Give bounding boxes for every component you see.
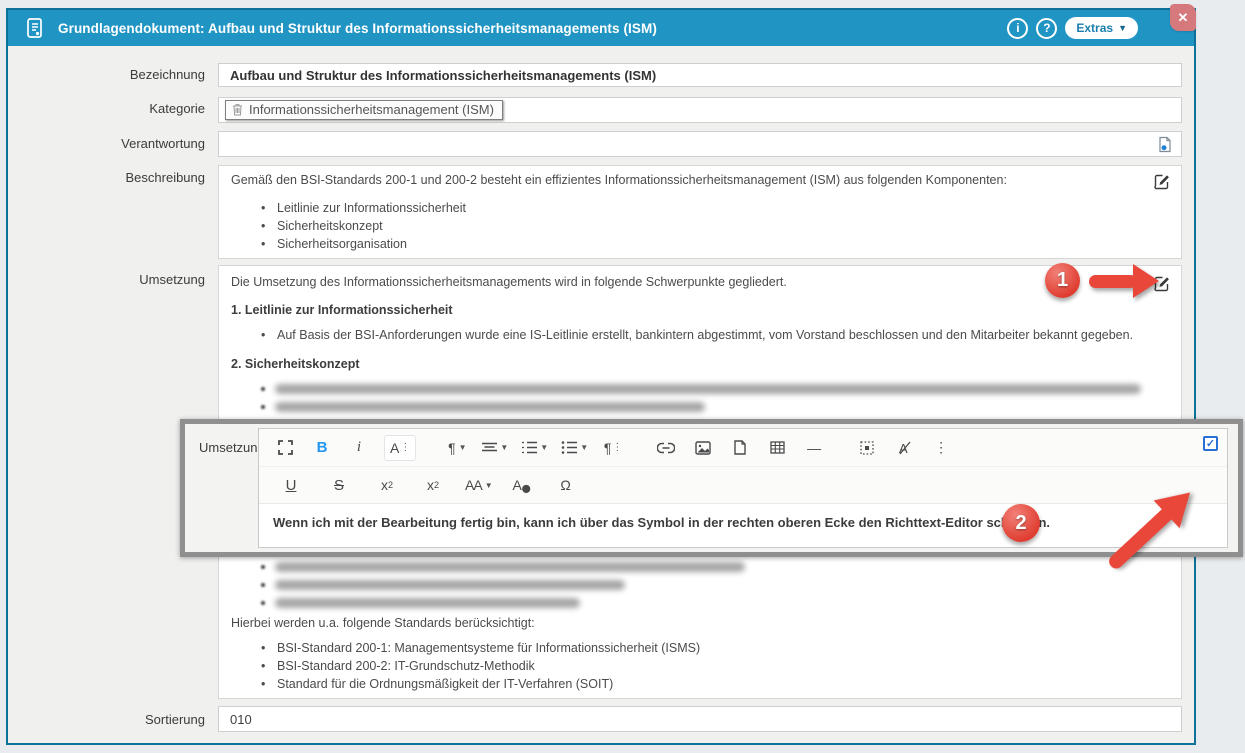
editor-field-label: Umsetzung xyxy=(199,440,265,455)
kategorie-tag[interactable]: Informationssicherheitsmanagement (ISM) xyxy=(225,100,503,120)
umsetzung-label: Umsetzung xyxy=(5,272,205,287)
insert-table-icon[interactable] xyxy=(765,435,789,461)
scroll-document-icon xyxy=(22,16,46,40)
sortierung-input[interactable]: 010 xyxy=(218,706,1182,732)
fullscreen-button[interactable] xyxy=(273,435,297,461)
beschreibung-bullet: Sicherheitskonzept xyxy=(231,217,1141,235)
bold-button[interactable]: B xyxy=(310,435,334,461)
info-button[interactable]: i xyxy=(1007,18,1028,39)
editor-toolbar-row-2: U S x2 x2 AA▼ A⬤ Ω xyxy=(259,466,1227,503)
title-bar: Grundlagendokument: Aufbau und Struktur … xyxy=(8,10,1194,46)
trash-icon[interactable] xyxy=(232,103,243,116)
umsetzung-bullet: Auf Basis der BSI-Anforderungen wurde ei… xyxy=(231,326,1141,344)
paragraph-format-button[interactable]: ¶▼ xyxy=(445,435,469,461)
ordered-list-button[interactable]: ▼ xyxy=(521,435,548,461)
paragraph-style-button[interactable]: ¶⋮ xyxy=(601,435,625,461)
kategorie-tag-label: Informationssicherheitsmanagement (ISM) xyxy=(249,102,494,117)
strikethrough-button[interactable]: S xyxy=(327,472,351,498)
richtext-editor-overlay: Umsetzung B i A⋮ ¶▼ ▼ ▼ xyxy=(180,419,1243,557)
bezeichnung-value: Aufbau und Struktur des Informationssich… xyxy=(230,68,656,83)
screen: Grundlagendokument: Aufbau und Struktur … xyxy=(0,0,1245,753)
select-all-icon[interactable] xyxy=(855,435,879,461)
extras-label: Extras xyxy=(1076,21,1113,35)
font-color-button[interactable]: A⬤ xyxy=(510,472,534,498)
beschreibung-intro: Gemäß den BSI-Standards 200-1 und 200-2 … xyxy=(231,172,1141,189)
align-button[interactable]: ▼ xyxy=(482,435,508,461)
callout-arrow-1 xyxy=(1089,263,1159,299)
umsetzung-intro: Die Umsetzung des Informationssicherheit… xyxy=(231,274,1141,291)
subscript-button[interactable]: x2 xyxy=(375,472,399,498)
more-options-button[interactable]: ⋮ xyxy=(929,435,953,461)
umsetzung-standards-intro: Hierbei werden u.a. folgende Standards b… xyxy=(231,615,1141,632)
redacted-line xyxy=(231,598,1141,608)
insert-image-icon[interactable] xyxy=(691,435,715,461)
redacted-line xyxy=(231,580,1141,590)
beschreibung-label: Beschreibung xyxy=(5,170,205,185)
umsetzung-heading-2: 2. Sicherheitskonzept xyxy=(231,356,1141,373)
horizontal-rule-button[interactable]: — xyxy=(802,435,826,461)
sortierung-label: Sortierung xyxy=(5,712,205,727)
change-case-button[interactable]: AA▼ xyxy=(465,472,492,498)
umsetzung-standard: BSI-Standard 200-1: Managementsysteme fü… xyxy=(231,639,1141,657)
chevron-down-icon: ▼ xyxy=(1118,23,1127,33)
bezeichnung-input[interactable]: Aufbau und Struktur des Informationssich… xyxy=(218,63,1182,87)
italic-button[interactable]: i xyxy=(347,435,371,461)
close-button[interactable]: ✕ xyxy=(1170,4,1196,31)
assign-document-icon[interactable] xyxy=(1157,136,1173,153)
underline-button[interactable]: U xyxy=(279,472,303,498)
editor-content[interactable]: Wenn ich mit der Bearbeitung fertig bin,… xyxy=(259,503,1227,530)
clear-formatting-icon[interactable]: A xyxy=(892,435,916,461)
kategorie-label: Kategorie xyxy=(5,101,205,116)
editor-toolbar-row-1: B i A⋮ ¶▼ ▼ ▼ ▼ ¶⋮ xyxy=(259,429,1227,466)
beschreibung-bullet: Sicherheitsorganisation xyxy=(231,235,1141,253)
insert-link-icon[interactable] xyxy=(654,435,678,461)
beschreibung-bullet: Leitlinie zur Informationssicherheit xyxy=(231,199,1141,217)
kategorie-input[interactable]: Informationssicherheitsmanagement (ISM) xyxy=(218,97,1182,123)
umsetzung-standard: BSI-Standard 200-2: IT-Grundschutz-Metho… xyxy=(231,657,1141,675)
redacted-line xyxy=(231,402,1141,412)
redacted-line xyxy=(231,562,1141,572)
verantwortung-label: Verantwortung xyxy=(5,136,205,151)
dialog-title: Grundlagendokument: Aufbau und Struktur … xyxy=(58,21,657,36)
help-button[interactable]: ? xyxy=(1036,18,1057,39)
font-options-button[interactable]: A⋮ xyxy=(384,435,416,461)
umsetzung-standard: Standard für die Ordnungsmäßigkeit der I… xyxy=(231,675,1141,693)
beschreibung-edit-icon[interactable] xyxy=(1154,173,1171,190)
close-editor-checkbox[interactable]: ✓ xyxy=(1203,436,1218,451)
special-character-button[interactable]: Ω xyxy=(554,472,578,498)
callout-badge-2: 2 xyxy=(1002,504,1040,542)
redacted-line xyxy=(231,384,1141,394)
bezeichnung-label: Bezeichnung xyxy=(5,67,205,82)
umsetzung-heading-1: 1. Leitlinie zur Informationssicherheit xyxy=(231,302,1141,319)
beschreibung-box: Gemäß den BSI-Standards 200-1 und 200-2 … xyxy=(218,165,1182,259)
richtext-editor: B i A⋮ ¶▼ ▼ ▼ ▼ ¶⋮ xyxy=(258,428,1228,548)
insert-file-icon[interactable] xyxy=(728,435,752,461)
extras-menu-button[interactable]: Extras ▼ xyxy=(1065,17,1138,39)
verantwortung-input[interactable] xyxy=(218,131,1182,157)
sortierung-value: 010 xyxy=(230,712,252,727)
superscript-button[interactable]: x2 xyxy=(421,472,445,498)
unordered-list-button[interactable]: ▼ xyxy=(561,435,588,461)
callout-badge-1: 1 xyxy=(1045,263,1080,298)
